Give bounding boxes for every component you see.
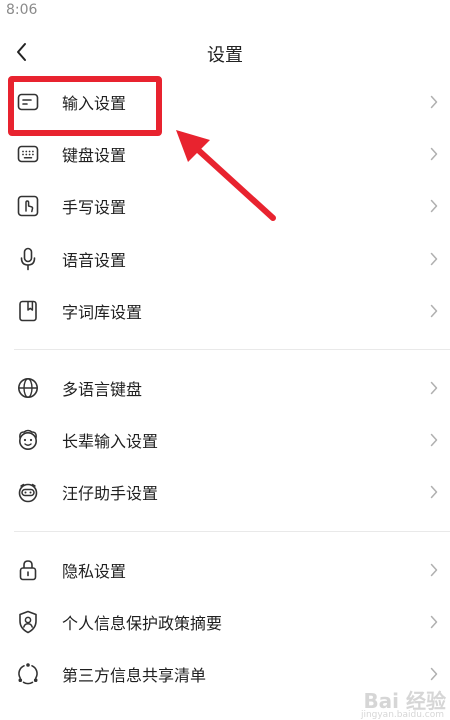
item-elder-input-settings[interactable]: 长辈输入设置	[0, 414, 450, 466]
item-multilingual-keyboard[interactable]: 多语言键盘	[0, 362, 450, 414]
chevron-right-icon	[428, 94, 440, 110]
status-bar: 8:06	[0, 0, 450, 24]
item-label: 语音设置	[62, 250, 127, 270]
chevron-right-icon	[428, 614, 440, 630]
lock-icon	[16, 558, 40, 582]
item-label: 手写设置	[62, 198, 127, 218]
settings-list: 输入设置 键盘设置 手写设置 语音设置 字词库设置 多语言键盘 长辈输入设置 汪…	[0, 76, 450, 700]
settings-group-privacy: 隐私设置 个人信息保护政策摘要 第三方信息共享清单	[0, 544, 450, 701]
item-handwriting-settings[interactable]: 手写设置	[0, 180, 450, 232]
share-circle-icon	[16, 662, 40, 686]
app-header: 设置	[0, 32, 450, 72]
item-privacy-policy-summary[interactable]: 个人信息保护政策摘要	[0, 596, 450, 648]
item-assistant-settings[interactable]: 汪仔助手设置	[0, 466, 450, 518]
section-divider	[14, 530, 450, 532]
microphone-icon	[16, 247, 40, 271]
item-dictionary-settings[interactable]: 字词库设置	[0, 285, 450, 337]
item-keyboard-settings[interactable]: 键盘设置	[0, 128, 450, 180]
dictionary-icon	[16, 299, 40, 323]
item-voice-settings[interactable]: 语音设置	[0, 233, 450, 285]
globe-icon	[16, 376, 40, 400]
settings-group-input: 输入设置 键盘设置 手写设置 语音设置 字词库设置	[0, 76, 450, 337]
watermark-sub: jingyan.baidu.com	[360, 710, 444, 720]
item-label: 汪仔助手设置	[62, 484, 159, 504]
shield-user-icon	[16, 610, 40, 634]
item-input-settings[interactable]: 输入设置	[0, 76, 450, 128]
chevron-right-icon	[428, 432, 440, 448]
settings-group-keyboards: 多语言键盘 长辈输入设置 汪仔助手设置	[0, 362, 450, 519]
elder-face-icon	[16, 428, 40, 452]
item-label: 个人信息保护政策摘要	[62, 613, 223, 633]
item-label: 长辈输入设置	[62, 432, 159, 452]
item-label: 第三方信息共享清单	[62, 665, 207, 685]
item-label: 键盘设置	[62, 146, 127, 166]
item-label: 输入设置	[62, 94, 127, 114]
chevron-right-icon	[428, 380, 440, 396]
input-settings-icon	[16, 90, 40, 114]
chevron-right-icon	[428, 198, 440, 214]
item-label: 字词库设置	[62, 302, 143, 322]
chevron-right-icon	[428, 146, 440, 162]
chevron-right-icon	[428, 484, 440, 500]
status-time: 8:06	[6, 2, 38, 18]
chevron-right-icon	[428, 562, 440, 578]
chevron-right-icon	[428, 251, 440, 267]
assistant-dog-icon	[16, 480, 40, 504]
item-privacy-settings[interactable]: 隐私设置	[0, 544, 450, 596]
section-divider	[14, 348, 450, 350]
item-label: 隐私设置	[62, 561, 127, 581]
chevron-right-icon	[428, 666, 440, 682]
page-title: 设置	[207, 45, 243, 66]
chevron-right-icon	[428, 303, 440, 319]
handwriting-icon	[16, 194, 40, 218]
item-label: 多语言键盘	[62, 380, 143, 400]
keyboard-icon	[16, 142, 40, 166]
